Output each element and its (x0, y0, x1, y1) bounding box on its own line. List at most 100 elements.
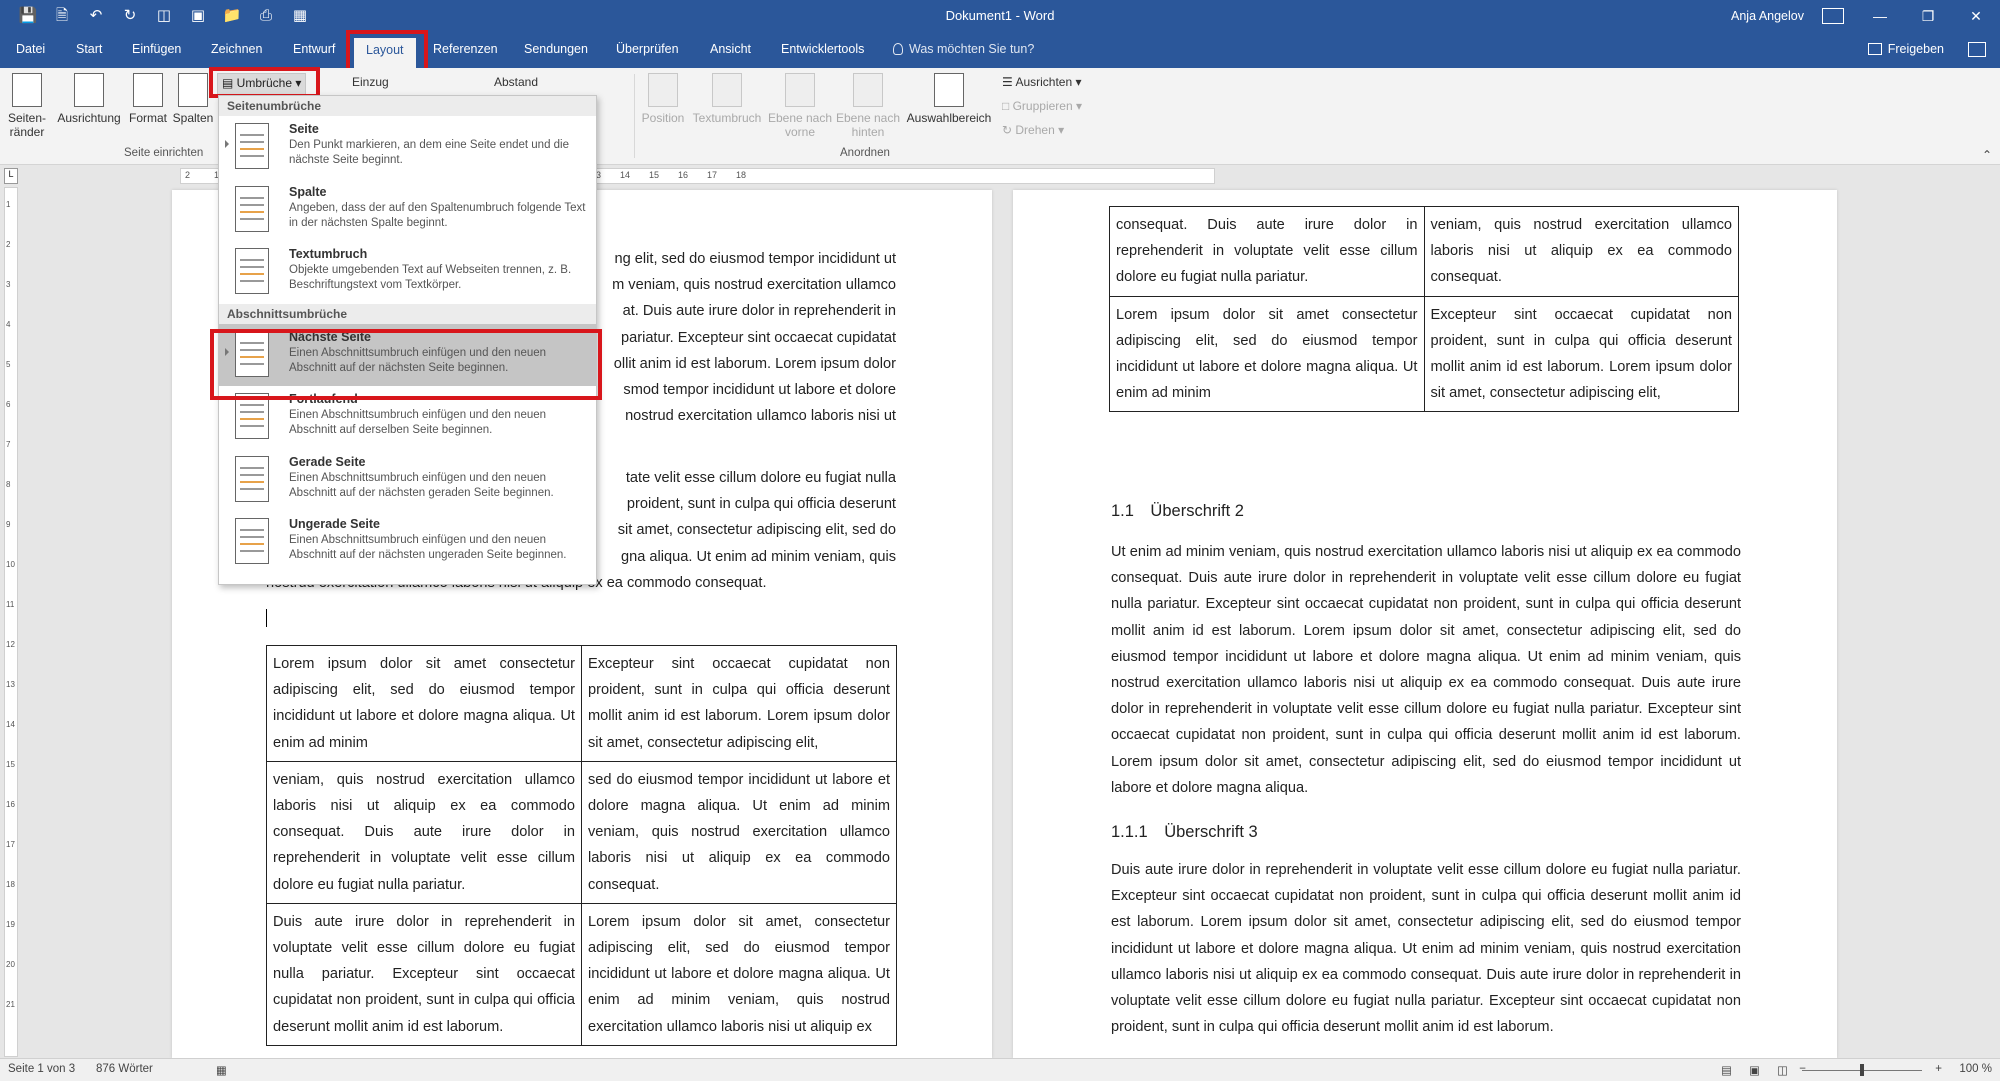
collapse-ribbon-icon[interactable]: ⌃ (1982, 148, 1992, 162)
table-cell[interactable]: Lorem ipsum dolor sit amet, consectetur … (581, 902, 897, 1046)
table-page-1: Lorem ipsum dolor sit amet consectetur a… (266, 645, 897, 1046)
page-break-icon (235, 123, 269, 169)
wrap-text-button[interactable]: Textumbruch (688, 73, 766, 125)
tell-me-search[interactable]: Was möchten Sie tun? (893, 42, 1034, 56)
group-label-page-setup: Seite einrichten (124, 147, 204, 159)
odd-page-icon (235, 518, 269, 564)
tab-start[interactable]: Start (76, 42, 102, 56)
columns-label: Spalten (172, 111, 214, 125)
table-cell[interactable]: consequat. Duis aute irure dolor in repr… (1109, 206, 1425, 297)
table-cell[interactable]: Lorem ipsum dolor sit amet consectetur a… (266, 645, 582, 762)
even-page-icon (235, 455, 269, 502)
user-name[interactable]: Anja Angelov (1731, 9, 1804, 23)
ruler-tick-label: 4 (6, 320, 11, 329)
ruler-tick-label: 21 (6, 1000, 15, 1009)
rotate-button[interactable]: ↻ Drehen ▾ (1002, 123, 1064, 137)
ruler-tick-label: 18 (736, 170, 747, 180)
document-page-2[interactable]: consequat. Duis aute irure dolor in repr… (1013, 190, 1837, 1058)
zoom-out-icon[interactable]: − (1799, 1063, 1806, 1075)
tab-referenzen[interactable]: Referenzen (433, 42, 498, 56)
proofing-icon[interactable]: ▦ (216, 1063, 227, 1077)
page-count[interactable]: Seite 1 von 3 (8, 1063, 75, 1075)
send-backward-button[interactable]: Ebene nach hinten (834, 73, 902, 139)
spacing-label: Abstand (494, 75, 539, 89)
text-wrapping-icon (235, 248, 269, 294)
table-cell[interactable]: veniam, quis nostrud exercitation ullamc… (266, 760, 582, 904)
tab-einfuegen[interactable]: Einfügen (132, 42, 181, 56)
status-bar: Seite 1 von 3 876 Wörter ▦ ▤ ▣ ◫ − + 100… (0, 1058, 2000, 1081)
send-backward-icon (853, 73, 883, 107)
menu-item-text-wrapping-break[interactable]: Textumbruch Objekte umgebenden Text auf … (219, 241, 596, 304)
highlight-next-page-item (210, 329, 602, 400)
ruler-tick-label: 14 (6, 720, 15, 729)
ribbon-separator (634, 74, 635, 158)
zoom-in-icon[interactable]: + (1935, 1063, 1942, 1075)
share-button[interactable]: Freigeben (1867, 42, 1944, 56)
restore-button[interactable]: ❐ (1904, 0, 1952, 34)
column-break-icon (235, 185, 269, 232)
columns-button[interactable]: Spalten (172, 73, 214, 125)
word-count[interactable]: 876 Wörter (96, 1063, 153, 1075)
paragraph-h2: Ut enim ad minim veniam, quis nostrud ex… (1111, 544, 1741, 796)
comment-icon[interactable] (1968, 42, 1986, 57)
tell-me-text: Was möchten Sie tun? (909, 42, 1035, 56)
ruler-tick-label: 17 (6, 840, 15, 849)
ruler-tick-label: 14 (620, 170, 631, 180)
table-cell[interactable]: Duis aute irure dolor in reprehenderit i… (266, 902, 582, 1046)
ruler-tick-label: 11 (6, 600, 15, 609)
read-mode-icon[interactable]: ▤ (1721, 1063, 1732, 1077)
position-label: Position (641, 111, 685, 125)
tab-datei[interactable]: Datei (16, 42, 45, 56)
tab-sendungen[interactable]: Sendungen (524, 42, 588, 56)
group-icon: □ (1002, 99, 1013, 113)
ruler-tick-label: 16 (6, 800, 15, 809)
table-cell[interactable]: Excepteur sint occaecat cupidatat non pr… (1423, 295, 1739, 413)
zoom-slider-thumb[interactable] (1860, 1064, 1864, 1076)
selection-pane-icon (934, 73, 964, 107)
table-cell[interactable]: Excepteur sint occaecat cupidatat non pr… (581, 645, 897, 762)
position-button[interactable]: Position (638, 73, 688, 125)
size-button[interactable]: Format (126, 73, 170, 125)
menu-item-even-page[interactable]: Gerade Seite Einen Abschnittsumbruch ein… (219, 449, 596, 512)
share-label: Freigeben (1887, 42, 1944, 56)
print-layout-icon[interactable]: ▣ (1749, 1063, 1760, 1077)
ribbon-display-icon[interactable] (1822, 8, 1844, 24)
wrap-text-icon (712, 73, 742, 107)
table-row: consequat. Duis aute irure dolor in repr… (1109, 206, 1739, 297)
table-cell[interactable]: sed do eiusmod tempor incididunt ut labo… (581, 760, 897, 904)
menu-item-description: Angeben, dass der auf den Spaltenumbruch… (289, 201, 586, 229)
menu-item-page-break[interactable]: Seite Den Punkt markieren, an dem eine S… (219, 116, 596, 179)
menu-item-title: Seite (289, 122, 319, 136)
margins-button[interactable]: Seiten- ränder (6, 73, 48, 139)
tab-ansicht[interactable]: Ansicht (710, 42, 751, 56)
menu-item-title: Spalte (289, 184, 327, 199)
bring-forward-label: Ebene nach vorne (767, 111, 833, 139)
ruler-tick-label: 19 (6, 920, 15, 929)
tab-selector[interactable]: L (4, 168, 18, 184)
vertical-ruler[interactable]: 1 2 3 4 5 6 7 8 9 10 11 12 13 14 15 16 17 18 19 20 21 (4, 187, 18, 1057)
tab-entwicklertools[interactable]: Entwicklertools (781, 42, 864, 56)
table-cell[interactable]: Lorem ipsum dolor sit amet consectetur a… (1109, 295, 1425, 413)
align-button[interactable]: ☰ Ausrichten ▾ (1002, 75, 1082, 89)
menu-section-section-breaks: Abschnittsumbrüche (219, 303, 596, 324)
orientation-button[interactable]: Ausrichtung (54, 73, 124, 125)
ruler-tick-label: 2 (6, 240, 11, 249)
selection-pane-button[interactable]: Auswahlbereich (904, 73, 994, 125)
minimize-button[interactable]: — (1856, 0, 1904, 34)
tab-ueberpruefen[interactable]: Überprüfen (616, 42, 679, 56)
bring-forward-button[interactable]: Ebene nach vorne (766, 73, 834, 139)
ruler-tick-label: 13 (6, 680, 15, 689)
columns-icon (178, 73, 208, 107)
table-cell[interactable]: veniam, quis nostrud exercitation ullamc… (1423, 206, 1739, 297)
share-icon (1867, 43, 1882, 55)
tab-entwurf[interactable]: Entwurf (293, 42, 335, 56)
close-button[interactable]: ✕ (1952, 0, 2000, 34)
menu-item-odd-page[interactable]: Ungerade Seite Einen Abschnittsumbruch e… (219, 511, 596, 574)
web-layout-icon[interactable]: ◫ (1777, 1063, 1788, 1077)
zoom-level[interactable]: 100 % (1959, 1063, 1992, 1075)
tab-zeichnen[interactable]: Zeichnen (211, 42, 262, 56)
submenu-marker-icon (225, 140, 229, 148)
group-button[interactable]: □ Gruppieren ▾ (1002, 99, 1082, 113)
menu-item-column-break[interactable]: Spalte Angeben, dass der auf den Spalten… (219, 179, 596, 242)
window-title: Dokument1 - Word (945, 8, 1055, 23)
